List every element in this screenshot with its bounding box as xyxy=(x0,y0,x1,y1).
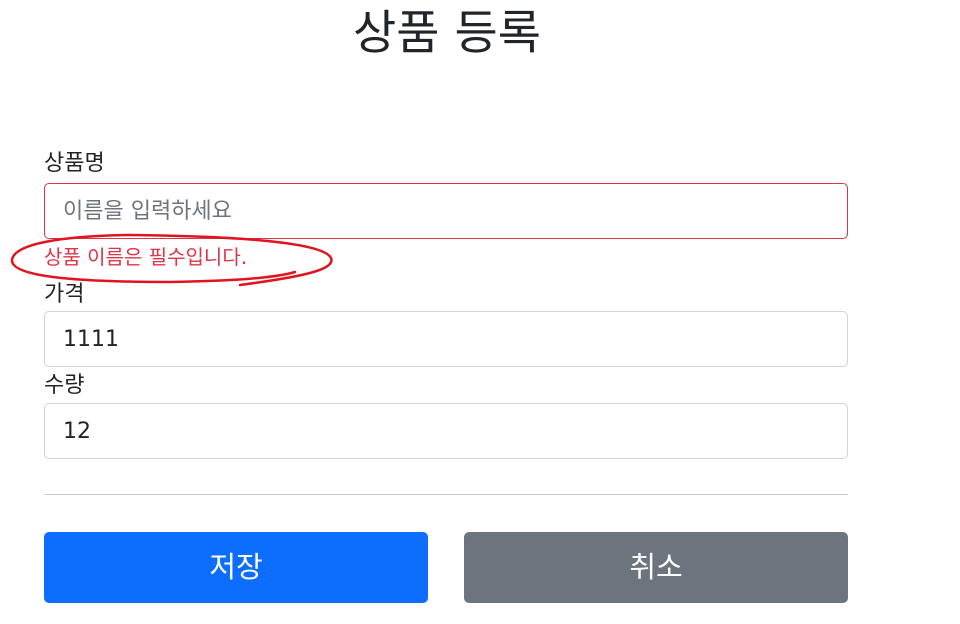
cancel-button[interactable]: 취소 xyxy=(464,532,848,603)
quantity-label: 수량 xyxy=(44,373,85,398)
page-title: 상품 등록 xyxy=(353,6,541,61)
quantity-input[interactable] xyxy=(44,403,848,459)
save-button[interactable]: 저장 xyxy=(44,532,428,603)
price-input[interactable] xyxy=(44,311,848,367)
item-name-label: 상품명 xyxy=(44,151,105,176)
item-name-input[interactable] xyxy=(44,183,848,239)
price-label: 가격 xyxy=(44,282,85,307)
form-divider xyxy=(44,494,848,495)
item-name-error: 상품 이름은 필수입니다. xyxy=(44,245,248,269)
